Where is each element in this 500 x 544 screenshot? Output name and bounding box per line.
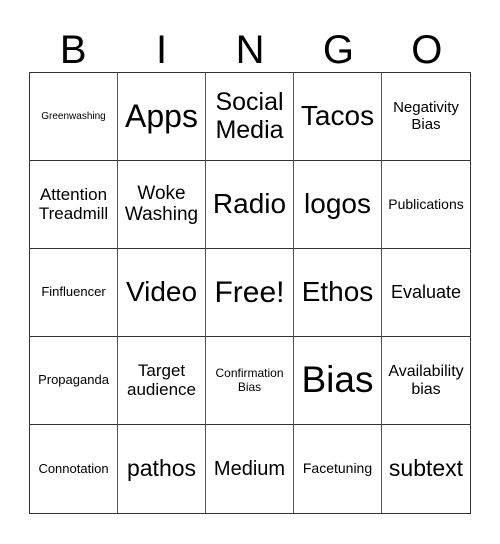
bingo-cell-text: Tacos [300,100,375,132]
bingo-cell[interactable]: Bias [294,337,382,425]
header-letter-n: N [235,28,265,72]
bingo-cell-text: Confirmation Bias [215,366,284,394]
bingo-cell-text: Publications [388,195,464,212]
header-letter-o: O [411,28,443,72]
bingo-cell-text: Greenwashing [41,111,106,122]
bingo-cell-text: Radio [212,188,287,220]
bingo-cell[interactable]: Social Media [206,73,294,161]
bingo-cell[interactable]: Radio [206,161,294,249]
bingo-cell-text: Apps [125,97,198,134]
bingo-cell[interactable]: Ethos [294,249,382,337]
bingo-cell[interactable]: Medium [206,425,294,513]
bingo-cell-text: logos [304,188,371,220]
bingo-cell-text: Bias [301,359,374,401]
bingo-cell[interactable]: Free! [206,249,294,337]
bingo-cell-text: Target audience [126,360,196,399]
bingo-cell-text: Video [125,276,198,308]
bingo-cell[interactable]: Propaganda [30,337,118,425]
bingo-cell[interactable]: Apps [118,73,206,161]
bingo-cell[interactable]: Evaluate [382,249,470,337]
bingo-cell[interactable]: Greenwashing [30,73,118,161]
bingo-cell[interactable]: Tacos [294,73,382,161]
bingo-cell[interactable]: Finfluencer [30,249,118,337]
bingo-cell-text: Ethos [301,276,374,308]
bingo-cell[interactable]: Woke Washing [118,161,206,249]
bingo-cell-text: Evaluate [390,281,462,302]
bingo-cell-text: Connotation [38,460,109,476]
bingo-cell-text: Finfluencer [41,284,106,300]
bingo-cell[interactable]: Target audience [118,337,206,425]
bingo-cell-text: Medium [213,458,286,480]
bingo-cell-text: Availability bias [388,362,464,398]
bingo-cell-text: Negativity Bias [393,99,459,133]
bingo-cell[interactable]: logos [294,161,382,249]
bingo-card: Greenwashing Apps Social Media Tacos Negativ… [29,72,471,514]
bingo-cell-text: Free! [214,276,285,309]
header-letter-g: G [322,28,354,72]
bingo-cell[interactable]: Facetuning [294,425,382,513]
bingo-cell[interactable]: Video [118,249,206,337]
bingo-cell[interactable]: pathos [118,425,206,513]
bingo-cell[interactable]: Publications [382,161,470,249]
bingo-cell-text: Propaganda [38,372,109,388]
bingo-cell-text: Facetuning [302,460,373,477]
bingo-cell[interactable]: Confirmation Bias [206,337,294,425]
bingo-cell[interactable]: Negativity Bias [382,73,470,161]
header-letter-b: B [59,28,87,72]
bingo-cell-text: Social Media [215,88,284,144]
bingo-cell-text: pathos [126,455,197,482]
bingo-cell[interactable]: subtext [382,425,470,513]
bingo-header: B I N G O [29,28,471,72]
bingo-cell[interactable]: Connotation [30,425,118,513]
bingo-cell[interactable]: Availability bias [382,337,470,425]
bingo-cell-text: subtext [388,455,464,482]
bingo-cell[interactable]: Attention Treadmill [30,161,118,249]
header-letter-i: I [156,28,168,72]
bingo-cell-text: Woke Washing [124,182,199,225]
bingo-cell-text: Attention Treadmill [38,184,109,223]
